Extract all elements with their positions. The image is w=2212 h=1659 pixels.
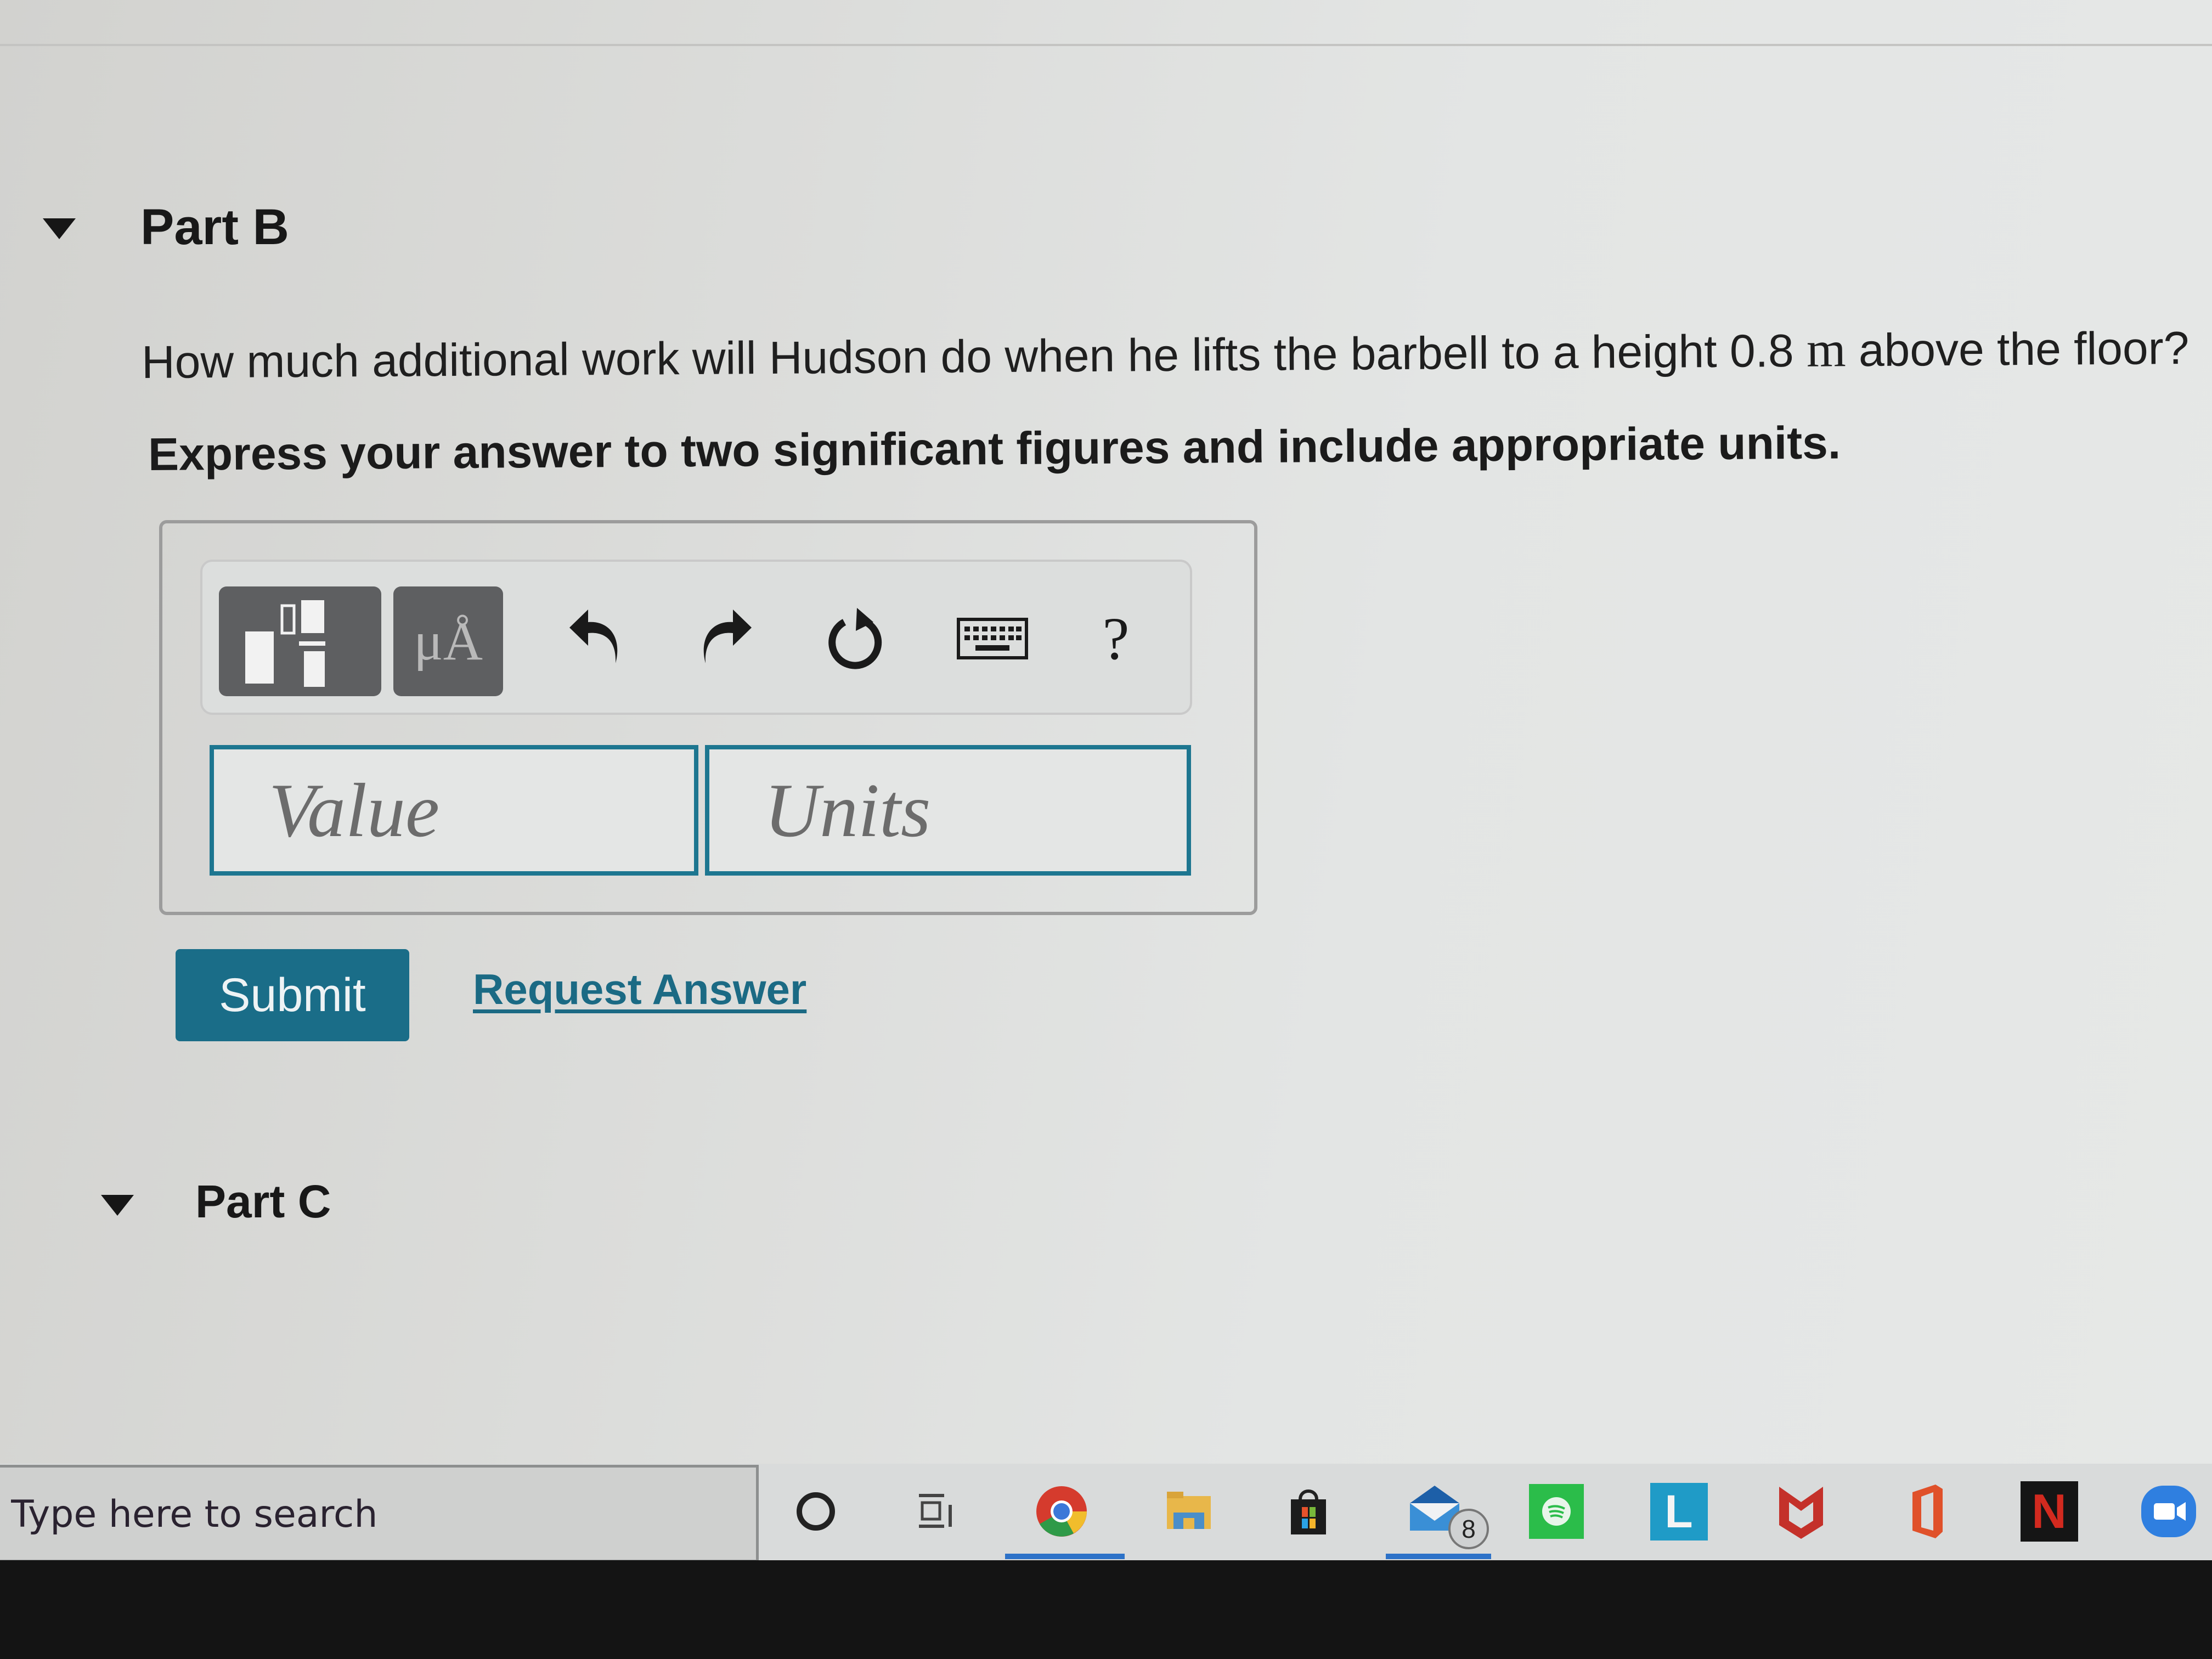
help-icon: ? (1102, 605, 1130, 672)
question-pre: How much additional work will Hudson do … (141, 324, 1807, 388)
undo-button[interactable] (565, 595, 625, 682)
chrome-active-indicator (1005, 1554, 1125, 1559)
templates-icon (245, 600, 325, 687)
request-answer-link[interactable]: Request Answer (473, 964, 806, 1014)
office-icon (1912, 1485, 1943, 1538)
mail-active-indicator (1386, 1554, 1491, 1559)
part-c-title[interactable]: Part C (195, 1175, 331, 1228)
collapse-part-b-icon[interactable] (43, 218, 76, 239)
chrome-icon (1036, 1486, 1087, 1537)
question-unit: m (1806, 321, 1846, 377)
l-app-button[interactable]: L (1649, 1481, 1709, 1542)
netflix-icon: N (2020, 1481, 2078, 1542)
chrome-button[interactable] (1031, 1481, 1092, 1542)
l-app-icon: L (1650, 1482, 1708, 1541)
store-button[interactable] (1278, 1481, 1339, 1542)
cortana-button[interactable] (786, 1481, 846, 1542)
store-icon (1291, 1489, 1326, 1534)
submit-button[interactable]: Submit (176, 949, 409, 1041)
value-input[interactable] (214, 749, 694, 872)
task-view-button[interactable] (905, 1481, 966, 1542)
help-button[interactable]: ? (1088, 595, 1143, 682)
spotify-icon (1529, 1484, 1584, 1539)
redo-button[interactable] (696, 595, 757, 682)
mcafee-button[interactable] (1771, 1481, 1831, 1542)
netflix-button[interactable]: N (2019, 1481, 2079, 1542)
mail-badge: 8 (1448, 1509, 1489, 1549)
units-field-container (705, 745, 1191, 876)
monitor-bezel (0, 1560, 2212, 1659)
keyboard-icon (957, 618, 1028, 659)
zoom-icon (2141, 1486, 2196, 1537)
answer-instruction: Express your answer to two significant f… (148, 416, 1841, 480)
taskbar-search-input[interactable] (0, 1468, 768, 1561)
part-b-title[interactable]: Part B (140, 199, 289, 256)
mcafee-icon (1779, 1487, 1823, 1539)
question-post: above the floor? (1846, 321, 2190, 376)
units-button[interactable]: μÅ (393, 586, 503, 696)
math-toolbar: μÅ ? (200, 560, 1192, 715)
units-icon: μÅ (414, 611, 483, 672)
redo-icon (703, 610, 752, 663)
file-explorer-button[interactable] (1159, 1481, 1219, 1542)
task-view-icon (919, 1494, 952, 1528)
reset-button[interactable] (822, 595, 888, 682)
zoom-button[interactable] (2138, 1481, 2199, 1542)
page-top-border (0, 44, 2212, 46)
taskbar-search (0, 1465, 768, 1562)
office-button[interactable] (1896, 1481, 1956, 1542)
spotify-button[interactable] (1526, 1481, 1587, 1542)
templates-button[interactable] (219, 586, 381, 696)
undo-icon (569, 610, 618, 663)
cortana-icon (797, 1492, 835, 1531)
reset-icon (828, 608, 882, 669)
folder-icon (1167, 1492, 1211, 1529)
value-field-container (210, 745, 698, 876)
collapse-part-c-icon[interactable] (101, 1195, 134, 1216)
keyboard-button[interactable] (954, 595, 1031, 682)
units-input[interactable] (709, 749, 1187, 872)
question-text: How much additional work will Hudson do … (142, 318, 2190, 390)
